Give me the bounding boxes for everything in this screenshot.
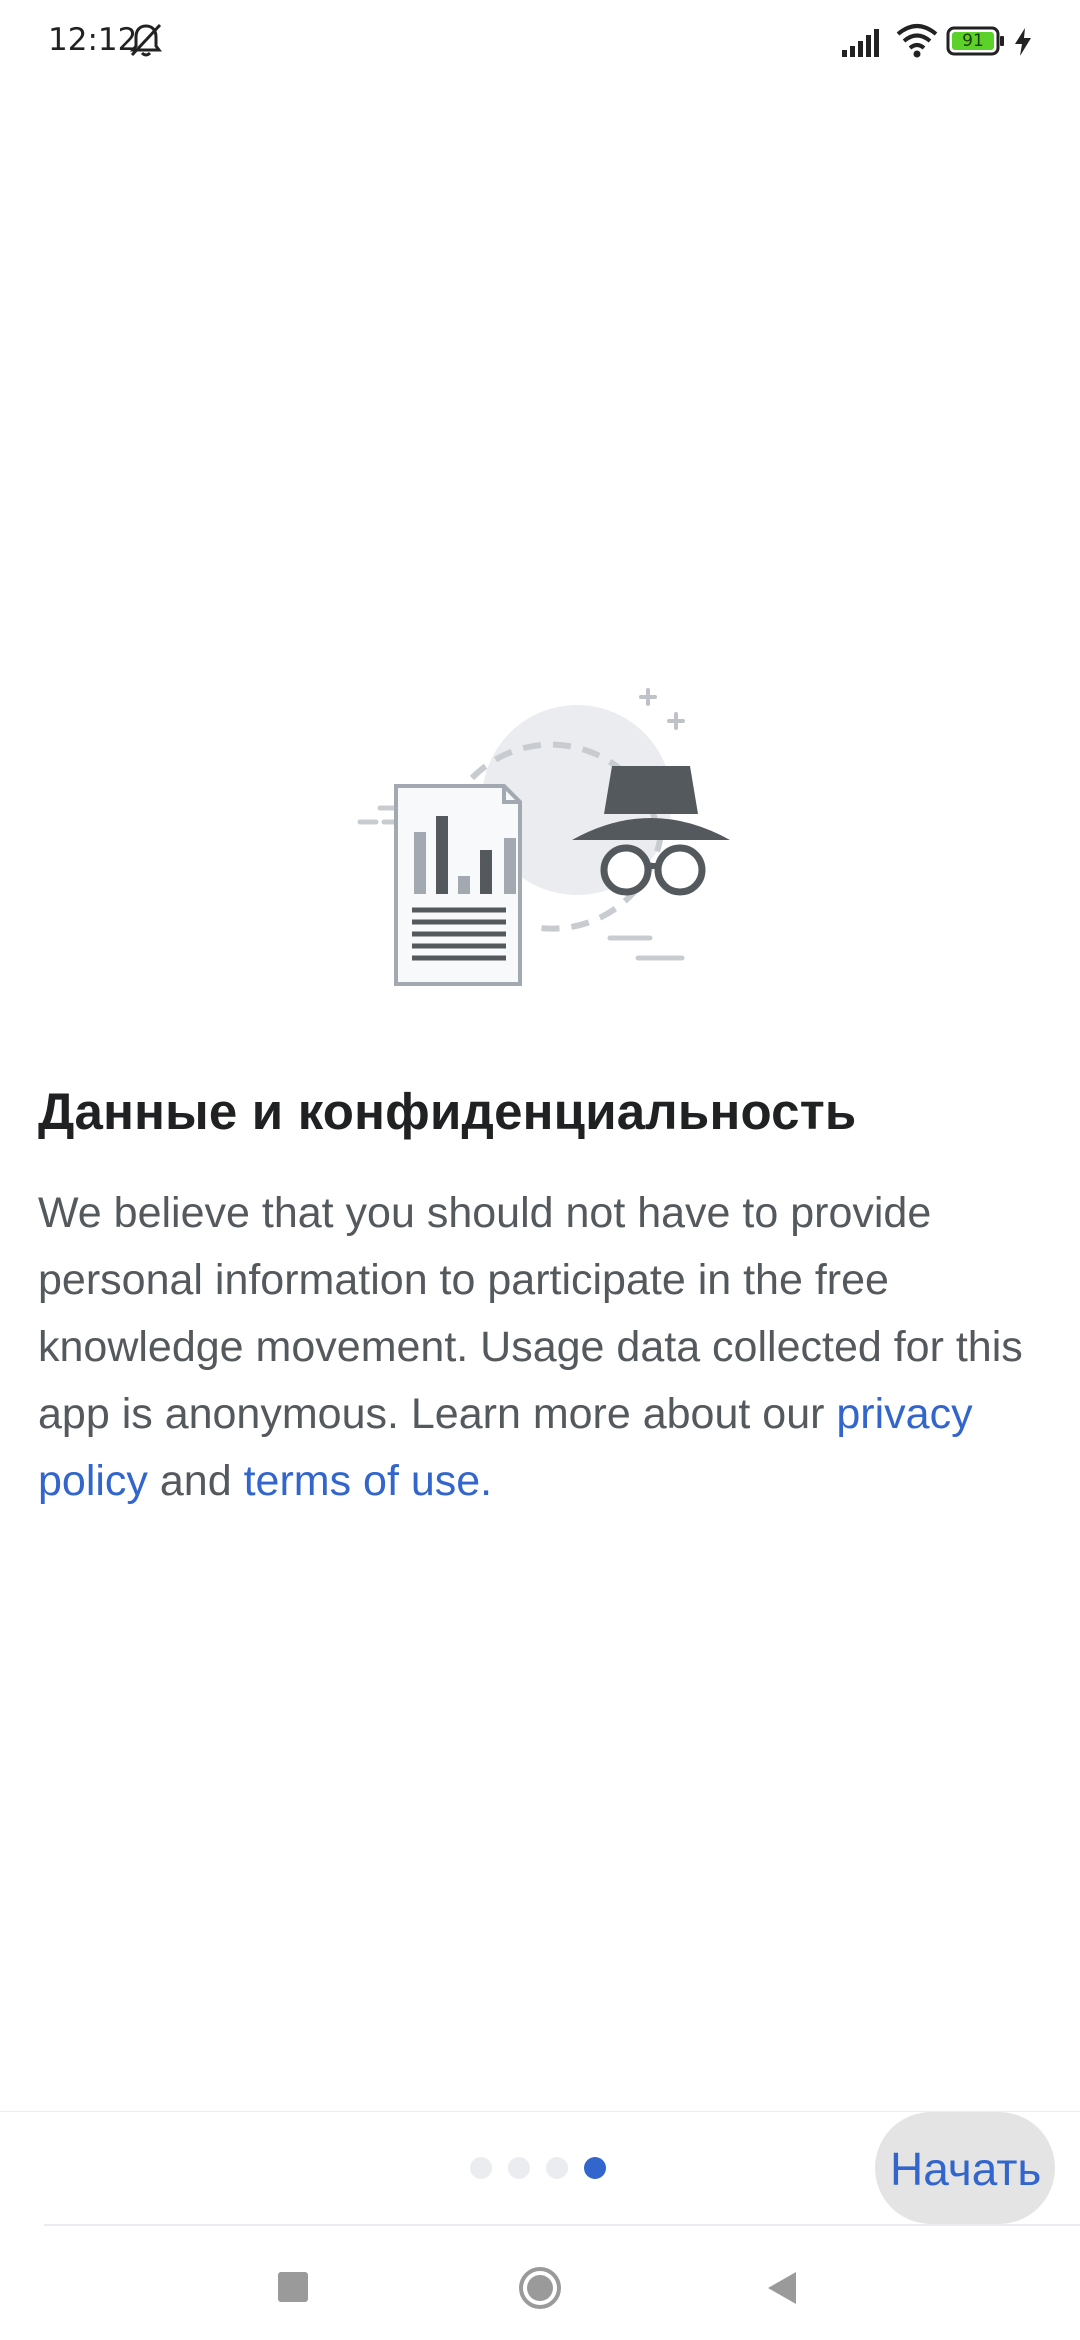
page-indicator bbox=[470, 2157, 606, 2179]
recents-icon[interactable] bbox=[278, 2272, 308, 2302]
status-time: 12:12 bbox=[48, 22, 138, 58]
signal-icon bbox=[842, 29, 879, 57]
charging-icon bbox=[1015, 28, 1031, 56]
page-dot-4-active[interactable] bbox=[584, 2157, 606, 2179]
battery-level: 91 bbox=[962, 31, 984, 51]
onboarding-title: Данные и конфиденциальность bbox=[38, 1083, 857, 1140]
description-and: and bbox=[147, 1457, 244, 1505]
description-period: . bbox=[480, 1457, 493, 1505]
system-nav-bar bbox=[0, 2226, 1080, 2340]
onboarding-description: We believe that you should not have to p… bbox=[38, 1180, 1048, 1515]
home-icon[interactable] bbox=[518, 2266, 562, 2310]
privacy-illustration bbox=[357, 688, 730, 986]
terms-of-use-link[interactable]: terms of use bbox=[244, 1457, 481, 1505]
bottom-divider bbox=[0, 2111, 1080, 2112]
page-dot-3[interactable] bbox=[546, 2157, 568, 2179]
status-bar: 12:12 91 bbox=[0, 0, 1080, 84]
sparkle-icon bbox=[639, 688, 685, 730]
page-dot-1[interactable] bbox=[470, 2157, 492, 2179]
page-dot-2[interactable] bbox=[508, 2157, 530, 2179]
document-icon bbox=[394, 784, 522, 986]
back-icon[interactable] bbox=[764, 2268, 800, 2308]
bell-off-icon bbox=[130, 23, 162, 57]
wifi-icon bbox=[896, 24, 938, 58]
start-button-label[interactable]: Начать bbox=[890, 2142, 1041, 2196]
screen: 12:12 91 Данные и конфиденциальность We … bbox=[0, 0, 1080, 2340]
